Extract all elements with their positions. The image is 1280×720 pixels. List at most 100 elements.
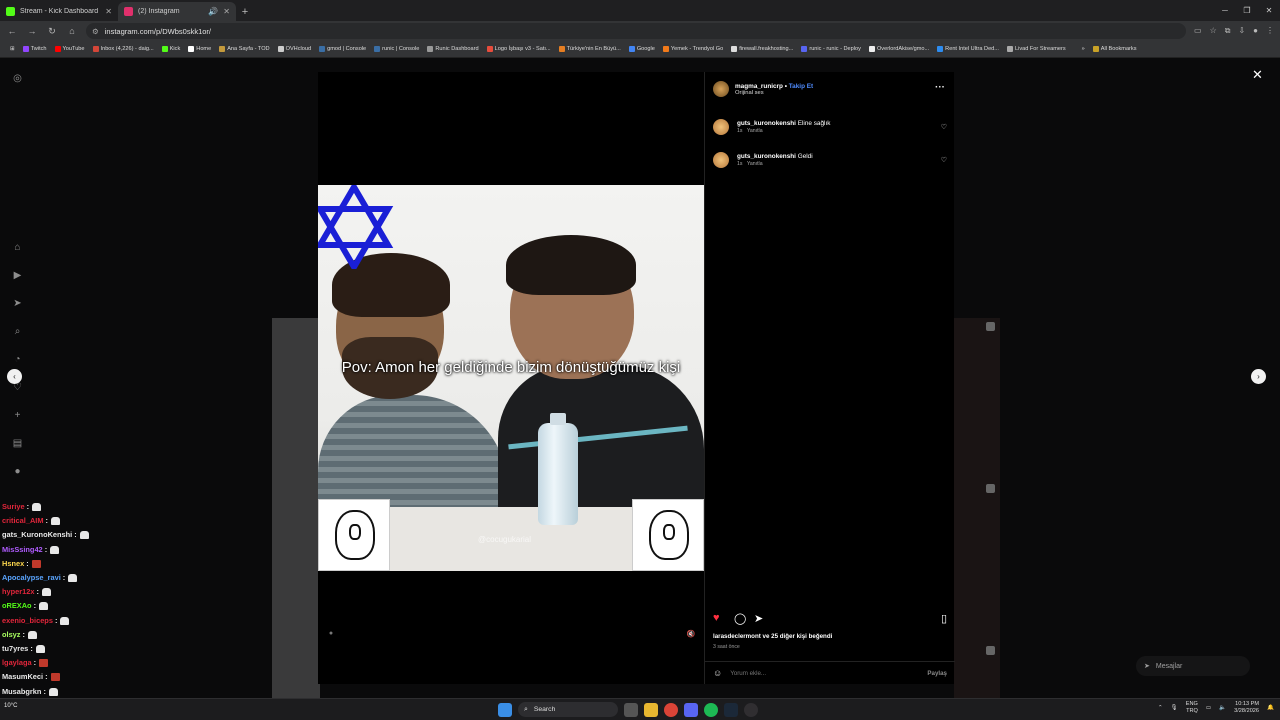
search-icon[interactable]: ⌕ — [11, 325, 24, 338]
notifications-icon[interactable]: 🔔 — [1267, 705, 1274, 711]
chat-username[interactable]: Musabgrkn — [2, 687, 41, 696]
chat-username[interactable]: exenio_biceps — [2, 616, 53, 625]
network-icon[interactable]: ▭ — [1206, 705, 1211, 711]
bookmark[interactable]: Rent Intel Ultra Ded... — [933, 46, 1003, 52]
messages-button[interactable]: ➤ Mesajlar — [1136, 656, 1250, 676]
avatar[interactable] — [713, 119, 729, 135]
spotify-icon[interactable] — [704, 702, 718, 717]
chat-username[interactable]: MisSsing42 — [2, 545, 43, 554]
bookmark[interactable]: Home — [184, 46, 215, 52]
like-comment-icon[interactable]: ♡ — [941, 156, 947, 164]
reels-icon[interactable]: ▶ — [11, 269, 24, 282]
bookmark[interactable]: firewall.freakhosting... — [727, 46, 797, 52]
avatar[interactable] — [713, 152, 729, 168]
volume-icon[interactable]: 🔈 — [1219, 705, 1226, 711]
comment-user[interactable]: guts_kuronokenshi — [737, 120, 796, 127]
bookmark[interactable]: Runic Dashboard — [423, 46, 482, 52]
chat-username[interactable]: lgaylaga — [2, 658, 32, 667]
menu-icon[interactable]: ⋮ — [1266, 26, 1274, 36]
chat-username[interactable]: Apocalypse_ravi — [2, 573, 61, 582]
bookmark[interactable]: runic | Console — [370, 46, 423, 52]
chat-username[interactable]: oREXAo — [2, 601, 32, 610]
tagged-user-icon[interactable]: ● — [326, 630, 336, 640]
bookmark[interactable]: Ana Sayfa - TOD — [215, 46, 273, 52]
create-icon[interactable]: + — [11, 409, 24, 422]
reload-icon[interactable]: ↻ — [46, 26, 58, 37]
bookmark[interactable]: Livad For Streamers — [1003, 46, 1070, 52]
mute-icon[interactable]: 🔇 — [686, 630, 696, 640]
bookmark[interactable]: runic - runic - Deploy — [797, 46, 865, 52]
next-post-icon[interactable]: › — [1251, 369, 1266, 384]
close-window-button[interactable]: ✕ — [1258, 0, 1280, 21]
clock[interactable]: 10:13 PM 3/28/2026 — [1234, 701, 1259, 715]
bookmark[interactable]: Logo İşbaşı v3 - Satı... — [483, 46, 555, 52]
emoji-icon[interactable]: ☺ — [713, 668, 722, 678]
share-icon[interactable]: ➤ — [754, 612, 763, 625]
previous-post-icon[interactable]: ‹ — [7, 369, 22, 384]
profile-icon[interactable]: ● — [11, 465, 24, 478]
comment-icon[interactable]: ◯ — [734, 612, 746, 625]
tray-expand-icon[interactable]: ⌃ — [1158, 705, 1163, 711]
tab-kick[interactable]: Stream - Kick Dashboard ✕ — [0, 2, 118, 21]
language-indicator[interactable]: ENG TRQ — [1186, 701, 1198, 715]
follow-button[interactable]: Takip Et — [789, 83, 813, 90]
explore-icon[interactable]: ◔ — [11, 353, 24, 366]
dashboard-icon[interactable]: ▤ — [11, 437, 24, 450]
discord-icon[interactable] — [684, 702, 698, 717]
home-icon[interactable]: ⌂ — [66, 26, 78, 36]
bookmark[interactable]: Türkiye'nin En Büyü... — [555, 46, 625, 52]
bookmark[interactable]: Google — [625, 46, 659, 52]
file-explorer-icon[interactable] — [644, 702, 658, 717]
chat-username[interactable]: critical_AIM — [2, 516, 44, 525]
more-options-icon[interactable]: ··· — [935, 82, 945, 93]
extensions-icon[interactable]: ⧉ — [1225, 26, 1231, 36]
url-field[interactable]: ⚙ instagram.com/p/DWbs0skk1or/ — [86, 23, 1186, 39]
bookmark[interactable]: Inbox (4,226) - daig... — [89, 46, 158, 52]
bookmark[interactable]: YouTube — [51, 46, 89, 52]
taskbar-search[interactable]: ⌕ Search — [518, 702, 618, 717]
instagram-logo-icon[interactable]: ◎ — [11, 72, 24, 85]
chat-username[interactable]: tu7yres — [2, 644, 28, 653]
close-tab-icon[interactable]: ✕ — [223, 7, 230, 16]
post-video-frame[interactable]: Pov: Amon her geldiğinde bizim dönüştüğü… — [318, 185, 704, 571]
chat-username[interactable]: hyper12x — [2, 587, 34, 596]
all-bookmarks[interactable]: All Bookmarks — [1089, 46, 1141, 52]
minimize-button[interactable]: ─ — [1214, 0, 1236, 21]
maximize-button[interactable]: ❐ — [1236, 0, 1258, 21]
chat-username[interactable]: olsyz — [2, 630, 20, 639]
chat-username[interactable]: MasumKeci — [2, 672, 43, 681]
audio-icon[interactable]: 🔊 — [208, 7, 218, 16]
chat-username[interactable]: Suriye — [2, 502, 25, 511]
like-icon[interactable]: ♥ — [713, 612, 720, 624]
bookmark-icon[interactable]: ▯ — [941, 612, 947, 625]
start-icon[interactable] — [498, 702, 512, 717]
close-icon[interactable]: ✕ — [1252, 67, 1263, 83]
comment-user[interactable]: guts_kuronokenshi — [737, 153, 796, 160]
bookmark[interactable]: OVHcloud — [274, 46, 316, 52]
reply-link[interactable]: Yanıtla — [747, 128, 763, 134]
close-tab-icon[interactable]: ✕ — [105, 7, 112, 16]
chrome-icon[interactable] — [664, 702, 678, 717]
forward-icon[interactable]: → — [26, 26, 38, 36]
bookmark[interactable]: gmod | Console — [315, 46, 370, 52]
send-icon[interactable]: ➤ — [11, 297, 24, 310]
steam-icon[interactable] — [724, 702, 738, 717]
weather-widget[interactable]: 10°C — [4, 703, 17, 709]
bookmark[interactable]: Kick — [158, 46, 185, 52]
mic-icon[interactable]: 🎙 — [1171, 705, 1178, 711]
cast-icon[interactable]: ▭ — [1194, 26, 1202, 36]
post-username[interactable]: magma_runicrp — [735, 83, 783, 90]
star-icon[interactable]: ☆ — [1210, 26, 1217, 36]
bookmark[interactable]: OverlordAkise/gmo... — [865, 46, 933, 52]
chat-username[interactable]: gats_KuronoKenshi — [2, 530, 72, 539]
site-info-icon[interactable]: ⚙ — [92, 27, 99, 36]
downloads-icon[interactable]: ⇩ — [1238, 26, 1245, 36]
like-comment-icon[interactable]: ♡ — [941, 123, 947, 131]
back-icon[interactable]: ← — [6, 26, 18, 36]
chat-username[interactable]: Hsnex — [2, 559, 24, 568]
reply-link[interactable]: Yanıtla — [747, 161, 763, 167]
more-bookmarks-icon[interactable]: » — [1078, 46, 1089, 52]
audio-label[interactable]: Orijinal ses — [735, 90, 813, 96]
obs-icon[interactable] — [744, 702, 758, 717]
post-comment-button[interactable]: Paylaş — [927, 670, 947, 677]
